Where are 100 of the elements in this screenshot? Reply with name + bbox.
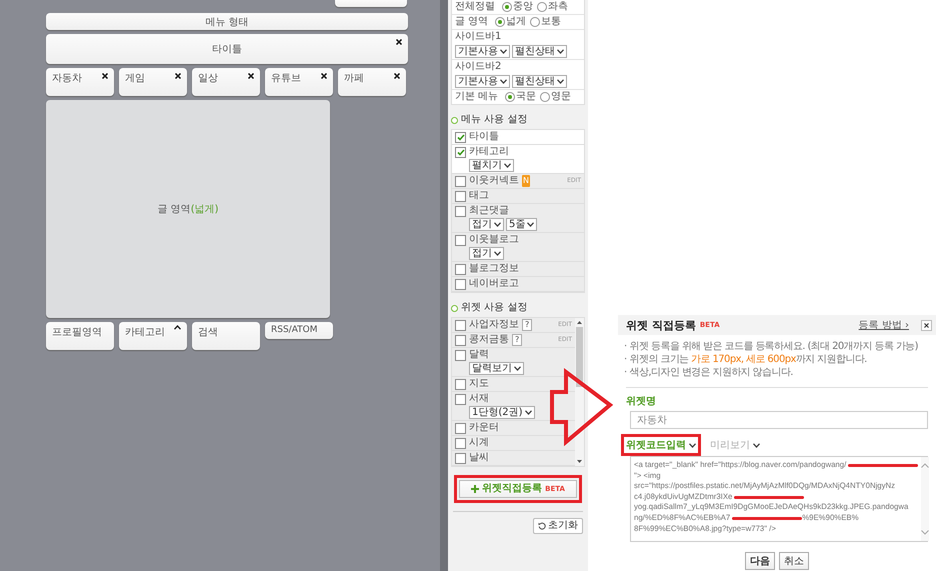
- checkbox[interactable]: [455, 264, 466, 274]
- dropdown[interactable]: 펼친상태: [512, 45, 567, 58]
- note-text: 색상,디자인 변경은 지원하지 않습니다.: [630, 367, 793, 379]
- checkbox[interactable]: [455, 190, 466, 202]
- close-icon[interactable]: [924, 322, 929, 328]
- dropdown[interactable]: 접기: [469, 218, 504, 231]
- checkbox[interactable]: [455, 394, 466, 404]
- dropdown[interactable]: 5줄: [506, 218, 538, 231]
- radio-button[interactable]: [502, 2, 512, 12]
- dropdown[interactable]: 기본사용: [455, 45, 510, 58]
- item-label: 사업자정보: [469, 319, 519, 331]
- chevron-down-icon: [689, 442, 696, 448]
- dropdown[interactable]: 1단형(2권): [469, 406, 535, 419]
- bullet: ·: [624, 354, 627, 366]
- radio-button[interactable]: [530, 17, 540, 27]
- circle-icon: [451, 116, 458, 124]
- close-icon[interactable]: [396, 39, 402, 45]
- checkbox[interactable]: [455, 422, 466, 434]
- scroll-down-icon[interactable]: [577, 460, 582, 463]
- content-area[interactable]: 글 영역(넓게): [46, 100, 330, 318]
- item-label: 이웃블로그: [469, 234, 519, 246]
- widget-block[interactable]: 카테고리: [119, 322, 187, 350]
- option-label: 보통: [541, 16, 562, 28]
- dropdown[interactable]: 펼치기: [469, 159, 514, 172]
- radio-button[interactable]: [495, 17, 506, 27]
- reset-button[interactable]: 초기화: [533, 518, 583, 534]
- option-label: 중앙: [513, 1, 533, 13]
- section-title: 메뉴 사용 설정: [461, 114, 528, 126]
- item-label: 시계: [469, 437, 489, 449]
- bullet: ·: [624, 341, 627, 353]
- dialog-button[interactable]: 다음: [745, 552, 775, 570]
- checkbox[interactable]: [455, 234, 466, 246]
- plus-icon: [471, 485, 480, 493]
- block-label: 타이틀: [212, 43, 242, 56]
- code-field[interactable]: [630, 456, 928, 542]
- close-icon[interactable]: [394, 73, 400, 79]
- dropdown[interactable]: 펼친상태: [512, 75, 567, 88]
- checkbox[interactable]: [455, 176, 466, 186]
- item-label: 최근댓글: [469, 205, 509, 217]
- dropdown[interactable]: 기본사용: [455, 75, 510, 88]
- option-label: 영문: [551, 91, 572, 103]
- checkbox[interactable]: [455, 334, 466, 346]
- widget-name-field[interactable]: 자동차: [630, 411, 928, 429]
- widget-block[interactable]: 프로필영역: [46, 322, 114, 350]
- setting-label: 글 영역: [455, 16, 488, 28]
- checkbox[interactable]: [455, 350, 466, 360]
- checkbox[interactable]: [455, 452, 466, 464]
- scroll-up-icon[interactable]: [577, 321, 582, 324]
- widget-block[interactable]: RSS/ATOM: [265, 322, 333, 339]
- chevron-down-icon: [753, 442, 760, 448]
- checkbox[interactable]: [455, 146, 466, 158]
- category-label: 유튜브: [271, 73, 301, 84]
- dropdown[interactable]: 달력보기: [469, 362, 524, 375]
- close-icon[interactable]: [102, 73, 108, 79]
- category-label: 일상: [198, 73, 218, 84]
- circle-icon: [451, 304, 458, 312]
- help-button[interactable]: ?: [512, 334, 522, 346]
- close-button[interactable]: [921, 320, 932, 330]
- category-label: 자동차: [52, 73, 82, 84]
- item-label: 날씨: [469, 452, 489, 464]
- radio-button[interactable]: [540, 92, 550, 102]
- widget-label: RSS/ATOM: [271, 325, 318, 335]
- scrollbar-thumb[interactable]: [576, 327, 583, 387]
- close-icon[interactable]: [175, 73, 181, 79]
- option-label: 넓게: [506, 16, 526, 28]
- checkbox[interactable]: [455, 132, 466, 142]
- chevron-down-icon: [557, 49, 564, 54]
- chevron-down-icon: [514, 366, 521, 371]
- chevron-down-icon: [494, 222, 501, 227]
- help-link[interactable]: 등록 방법 ›: [858, 318, 909, 332]
- note-text: 위젯 등록을 위해 받은 코드를 등록하세요. (최대 20개까지 등록 가능): [630, 341, 918, 353]
- item-label: 이웃커넥트: [469, 175, 519, 187]
- dropdown[interactable]: 접기: [469, 247, 504, 260]
- category-label: 까페: [344, 73, 364, 84]
- new-badge: N: [522, 175, 530, 187]
- dialog-button[interactable]: 취소: [779, 552, 809, 570]
- radio-button[interactable]: [505, 92, 516, 102]
- checkbox[interactable]: [455, 438, 466, 448]
- checkbox[interactable]: [455, 206, 466, 216]
- item-label: 블로그정보: [469, 263, 519, 275]
- radio-button[interactable]: [537, 2, 547, 12]
- widget-block[interactable]: 검색: [192, 322, 260, 350]
- close-icon[interactable]: [321, 73, 327, 79]
- checkbox[interactable]: [455, 278, 466, 290]
- chevron-down-icon: [494, 251, 501, 256]
- checkbox[interactable]: [455, 320, 466, 330]
- section-title: 위젯 사용 설정: [461, 302, 528, 314]
- checkbox[interactable]: [455, 378, 466, 390]
- setting-label: 기본 메뉴: [455, 91, 498, 103]
- menu-bar-block[interactable]: 메뉴 형태: [46, 13, 408, 30]
- chevron-down-icon: [524, 410, 532, 415]
- widget-label: 카테고리: [125, 326, 165, 339]
- item-label: 카테고리: [469, 146, 509, 158]
- help-button[interactable]: ?: [522, 319, 532, 331]
- tab[interactable]: 위젯코드입력: [621, 434, 701, 456]
- caret-up-icon[interactable]: [174, 325, 181, 330]
- item-label: 네이버로고: [469, 278, 519, 290]
- category-label: 게임: [125, 73, 145, 84]
- close-icon[interactable]: [248, 73, 254, 79]
- setting-label: 사이드바2: [455, 61, 502, 73]
